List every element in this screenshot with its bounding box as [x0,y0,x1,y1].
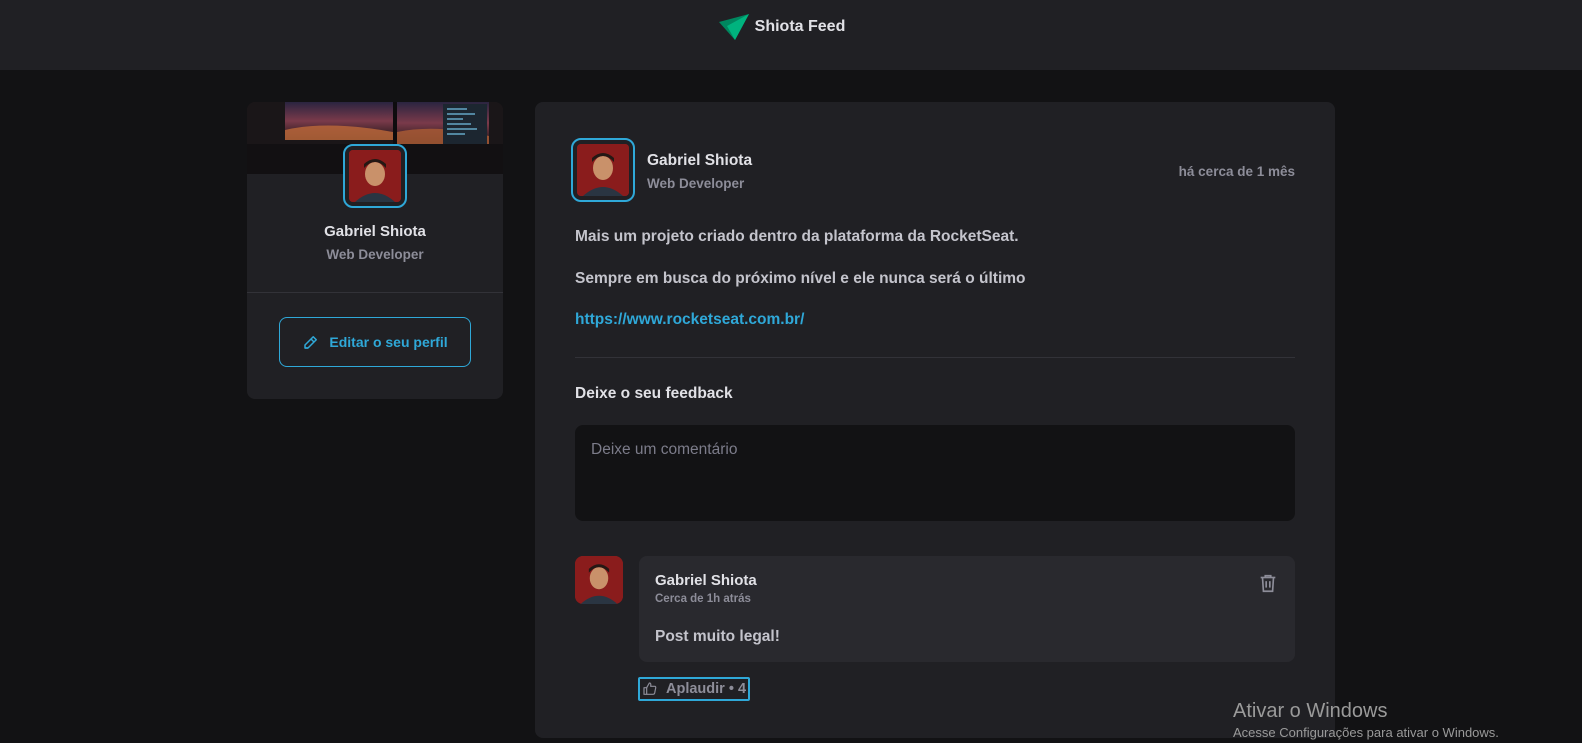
watermark-subtitle: Acesse Configurações para ativar o Windo… [1233,725,1499,740]
profile-name: Gabriel Shiota [324,223,426,240]
comment-input[interactable] [575,425,1295,521]
post-author-role: Web Developer [647,176,745,191]
comment-text: Post muito legal! [655,628,780,645]
brand[interactable]: Shiota Feed [717,10,846,44]
comment-author-avatar[interactable] [575,556,623,604]
pencil-icon [304,336,318,349]
post-link[interactable]: https://www.rocketseat.com.br/ [575,311,804,328]
top-header: Shiota Feed [0,0,1582,70]
post-link-paragraph: https://www.rocketseat.com.br/ [575,311,804,329]
profile-avatar[interactable] [343,144,407,208]
edit-profile-label: Editar o seu perfil [329,334,448,350]
divider [575,357,1295,358]
feedback-title: Deixe o seu feedback [575,385,733,402]
comment-timestamp: Cerca de 1h atrás [655,593,751,605]
thumbs-up-icon [643,682,657,695]
profile-role: Web Developer [326,247,424,262]
divider [247,292,503,293]
app-title: Shiota Feed [754,18,846,35]
post-paragraph: Mais um projeto criado dentro da platafo… [575,228,1019,245]
post-card: Gabriel Shiota Web Developer há cerca de… [535,102,1335,738]
paper-plane-icon [718,14,749,40]
edit-profile-button[interactable]: Editar o seu perfil [279,317,471,367]
post-paragraph: Sempre em busca do próximo nível e ele n… [575,270,1026,287]
applaud-button[interactable]: Aplaudir • 4 [638,677,751,701]
trash-icon[interactable] [1257,572,1279,594]
comment-author-name: Gabriel Shiota [655,572,757,589]
post-author-avatar[interactable] [571,138,635,202]
post-author-name: Gabriel Shiota [647,152,753,169]
post-timestamp: há cerca de 1 mês [1178,164,1295,179]
applaud-label: Aplaudir • 4 [666,681,747,697]
watermark-title: Ativar o Windows [1233,700,1388,722]
comment-card: Gabriel Shiota Cerca de 1h atrás Post mu… [639,556,1295,662]
windows-activation-watermark: Ativar o Windows Acesse Configurações pa… [1233,700,1499,740]
profile-sidebar: Gabriel Shiota Web Developer Editar o se… [247,102,503,399]
